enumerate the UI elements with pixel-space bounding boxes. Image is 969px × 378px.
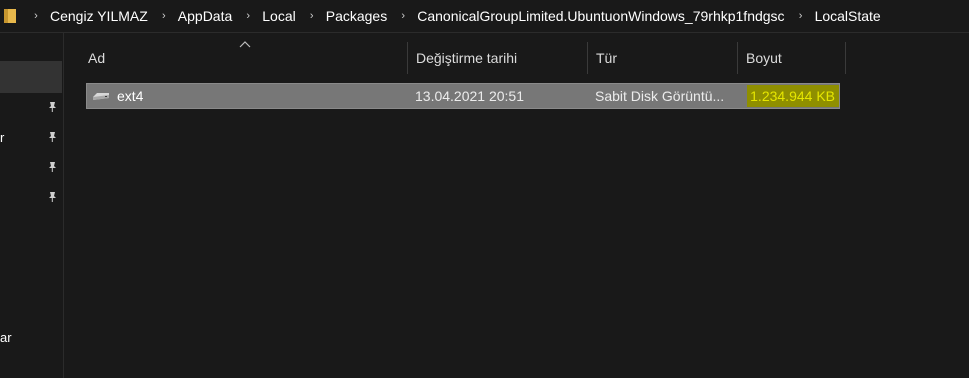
chevron-right-icon[interactable]: › bbox=[30, 10, 42, 22]
column-header-size-label: Boyut bbox=[746, 50, 782, 66]
pin-icon[interactable] bbox=[46, 101, 58, 113]
folder-icon bbox=[4, 8, 16, 24]
column-header-type[interactable]: Tür bbox=[588, 42, 738, 74]
file-name-cell[interactable]: ext4 bbox=[91, 84, 409, 108]
disk-image-icon bbox=[93, 93, 109, 100]
column-header-name-label: Ad bbox=[88, 50, 106, 66]
pin-icon[interactable] bbox=[46, 161, 58, 173]
column-header-row: Ad Değiştirme tarihi Tür Boyut bbox=[80, 41, 846, 74]
pin-icon[interactable] bbox=[46, 191, 58, 203]
breadcrumb-package-folder[interactable]: CanonicalGroupLimited.UbuntuonWindows_79… bbox=[417, 8, 784, 24]
file-explorer-window: › Cengiz YILMAZ › AppData › Local › Pack… bbox=[0, 0, 969, 378]
file-row[interactable]: ext4 13.04.2021 20:51 Sabit Disk Görüntü… bbox=[86, 83, 840, 109]
nav-item-label[interactable]: r bbox=[0, 130, 4, 145]
chevron-right-icon[interactable]: › bbox=[397, 10, 409, 22]
file-name: ext4 bbox=[117, 88, 144, 104]
column-header-type-label: Tür bbox=[596, 50, 617, 66]
breadcrumb-localstate[interactable]: LocalState bbox=[815, 8, 881, 24]
pin-icon[interactable] bbox=[46, 131, 58, 143]
column-header-name[interactable]: Ad bbox=[80, 41, 408, 74]
breadcrumb-user[interactable]: Cengiz YILMAZ bbox=[50, 8, 148, 24]
file-type: Sabit Disk Görüntü... bbox=[595, 88, 725, 104]
breadcrumb-appdata[interactable]: AppData bbox=[178, 8, 232, 24]
chevron-right-icon[interactable]: › bbox=[158, 10, 170, 22]
chevron-right-icon[interactable]: › bbox=[306, 10, 318, 22]
sort-ascending-icon bbox=[239, 41, 251, 48]
chevron-right-icon[interactable]: › bbox=[242, 10, 254, 22]
file-size: 1.234.944 KB bbox=[747, 85, 839, 107]
nav-item-selected[interactable] bbox=[0, 61, 62, 93]
chevron-right-icon[interactable]: › bbox=[795, 10, 807, 22]
column-header-date-label: Değiştirme tarihi bbox=[416, 50, 518, 66]
column-header-date[interactable]: Değiştirme tarihi bbox=[408, 42, 588, 74]
address-bar[interactable]: › Cengiz YILMAZ › AppData › Local › Pack… bbox=[0, 0, 969, 33]
file-modified: 13.04.2021 20:51 bbox=[415, 88, 524, 104]
navigation-pane[interactable]: r ar bbox=[0, 33, 64, 378]
column-header-size[interactable]: Boyut bbox=[738, 42, 846, 74]
breadcrumb-local[interactable]: Local bbox=[262, 8, 295, 24]
nav-item-label[interactable]: ar bbox=[0, 330, 12, 345]
breadcrumb-packages[interactable]: Packages bbox=[326, 8, 387, 24]
